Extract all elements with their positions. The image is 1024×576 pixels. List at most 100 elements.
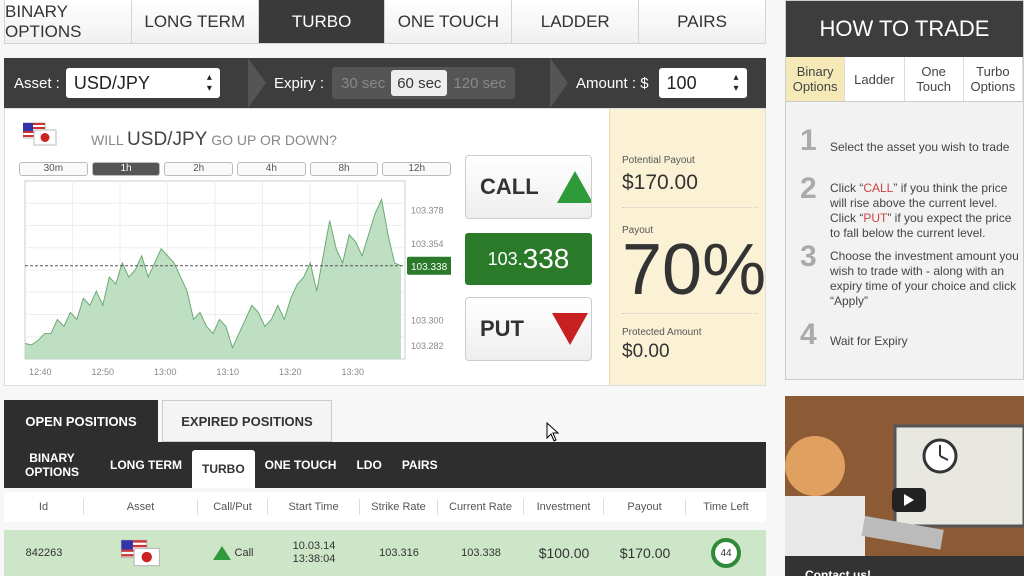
tab-one-touch[interactable]: ONE TOUCH — [385, 0, 513, 43]
col-callput: Call/Put — [198, 499, 268, 515]
up-triangle-icon — [556, 171, 591, 203]
protected-amount-value: $0.00 — [622, 341, 670, 362]
play-button[interactable] — [892, 488, 926, 512]
step-2: 2 Click “CALL” if you think the price wi… — [800, 174, 1020, 241]
cell-callput: Call — [198, 530, 268, 576]
usd-jpy-flag-icon — [23, 122, 57, 146]
subtab-binary-options[interactable]: BINARY OPTIONS — [4, 442, 100, 488]
rate-main: 338 — [522, 243, 570, 274]
instrument-tabs: BINARY OPTIONS LONG TERM TURBO ONE TOUCH… — [4, 0, 766, 44]
howto-tab-binary[interactable]: Binary Options — [786, 57, 846, 101]
tab-pairs[interactable]: PAIRS — [639, 0, 765, 43]
cell-strike-rate: 103.316 — [379, 547, 419, 559]
tab-open-positions[interactable]: OPEN POSITIONS — [4, 400, 158, 442]
protected-amount-label: Protected Amount — [622, 327, 702, 338]
subtab-turbo[interactable]: TURBO — [192, 450, 255, 488]
table-row[interactable]: 842263 Call 10.03.14 13:38:04 103.316 10… — [4, 530, 766, 576]
question-pre: WILL — [91, 132, 124, 148]
step-4: 4 Wait for Expiry — [800, 318, 1020, 351]
cell-start-time: 10.03.14 13:38:04 — [268, 530, 360, 576]
expiry-120sec[interactable]: 120 sec — [447, 70, 512, 96]
separator-arrow — [248, 58, 266, 108]
y-tick-label: 103.354 — [411, 239, 444, 249]
divider — [622, 313, 758, 314]
step-text: Click “CALL” if you think the price will… — [830, 181, 1012, 240]
time-left-value: 44 — [720, 547, 732, 559]
x-tick-label: 12:40 — [29, 367, 52, 377]
trade-question: WILL USD/JPY GO UP OR DOWN? — [91, 129, 337, 151]
x-tick-label: 13:30 — [342, 367, 365, 377]
expiry-label: Expiry : — [274, 74, 325, 92]
howto-tab-ladder[interactable]: Ladder — [845, 57, 905, 101]
expiry-group: Expiry : 30 sec 60 sec 120 sec — [274, 58, 515, 108]
play-icon — [904, 494, 914, 506]
cell-investment: $100.00 — [538, 545, 590, 561]
range-30m[interactable]: 30m — [19, 162, 88, 176]
potential-payout-value: $170.00 — [622, 171, 698, 194]
tab-turbo[interactable]: TURBO — [258, 0, 386, 43]
put-button[interactable]: PUT — [465, 297, 592, 361]
step-text: Select the asset you wish to trade — [830, 140, 1010, 154]
subtab-pairs[interactable]: PAIRS — [392, 442, 448, 488]
countdown-ring: 44 — [711, 538, 741, 568]
step-1: 1 Select the asset you wish to trade — [800, 126, 1020, 156]
howto-tab-turbo[interactable]: Turbo Options — [964, 57, 1023, 101]
range-1h[interactable]: 1h — [91, 162, 161, 176]
col-id: Id — [4, 499, 84, 515]
put-label: PUT — [480, 316, 524, 341]
x-tick-label: 13:10 — [217, 367, 240, 377]
col-payout: Payout — [604, 499, 686, 515]
x-tick-label: 12:50 — [92, 367, 115, 377]
video-thumbnail — [785, 396, 1024, 576]
col-asset: Asset — [84, 499, 198, 515]
subtab-one-touch[interactable]: ONE TOUCH — [255, 442, 347, 488]
asset-select[interactable]: USD/JPY ▴ ▾ — [65, 68, 220, 98]
range-4h[interactable]: 4h — [237, 162, 306, 176]
promo-video[interactable]: Contact us! — [785, 396, 1024, 576]
payout-panel: Potential Payout $170.00 Payout 70% Prot… — [609, 109, 766, 385]
time-range-selector: 30m 1h 2h 4h 8h 12h — [19, 162, 452, 176]
range-12h[interactable]: 12h — [382, 162, 452, 176]
amount-label: Amount : $ — [576, 74, 649, 92]
video-caption: Contact us! — [805, 568, 871, 576]
expiry-toggle: 30 sec 60 sec 120 sec — [332, 67, 515, 99]
step-number: 4 — [800, 318, 817, 351]
call-button[interactable]: CALL — [465, 155, 592, 219]
rate-prefix: 103. — [487, 248, 523, 269]
tab-ladder[interactable]: LADDER — [512, 0, 640, 43]
potential-payout-label: Potential Payout — [622, 155, 695, 166]
step-text: Wait for Expiry — [830, 334, 908, 348]
expiry-60sec[interactable]: 60 sec — [391, 70, 448, 96]
start-time: 13:38:04 — [292, 553, 336, 565]
col-current-rate: Current Rate — [438, 499, 524, 515]
down-triangle-icon — [552, 313, 588, 345]
separator-arrow — [550, 58, 568, 108]
how-to-title: HOW TO TRADE — [786, 1, 1023, 57]
step-number: 3 — [800, 240, 817, 273]
subtab-ldo[interactable]: LDO — [346, 442, 391, 488]
up-triangle-icon — [212, 546, 231, 560]
cell-current-rate: 103.338 — [461, 547, 501, 559]
tab-expired-positions[interactable]: EXPIRED POSITIONS — [162, 400, 332, 442]
range-8h[interactable]: 8h — [309, 162, 379, 176]
amount-group: Amount : $ 100 ▴ ▾ — [576, 58, 747, 108]
start-date: 10.03.14 — [292, 540, 336, 552]
asset-value: USD/JPY — [73, 72, 150, 93]
positions-table-header: Id Asset Call/Put Start Time Strike Rate… — [4, 492, 766, 522]
subtab-long-term[interactable]: LONG TERM — [100, 442, 192, 488]
tab-long-term[interactable]: LONG TERM — [131, 0, 259, 43]
question-post: GO UP OR DOWN? — [211, 132, 337, 148]
range-2h[interactable]: 2h — [164, 162, 234, 176]
usd-jpy-flag-icon — [120, 539, 161, 567]
price-chart: 103.378 103.354 103.300 103.282 103.338 12:40… — [24, 180, 451, 377]
current-rate-display: 103. 338 — [465, 233, 592, 285]
asset-group: Asset : USD/JPY ▴ ▾ — [14, 58, 220, 108]
x-tick-label: 13:00 — [154, 367, 177, 377]
amount-select[interactable]: 100 ▴ ▾ — [658, 68, 747, 98]
expiry-30sec[interactable]: 30 sec — [335, 70, 391, 96]
cell-id: 842263 — [25, 547, 63, 559]
cell-asset — [84, 530, 198, 576]
tab-binary-options[interactable]: BINARY OPTIONS — [5, 0, 132, 43]
callput-text: Call — [234, 547, 254, 559]
howto-tab-one-touch[interactable]: One Touch — [905, 57, 964, 101]
